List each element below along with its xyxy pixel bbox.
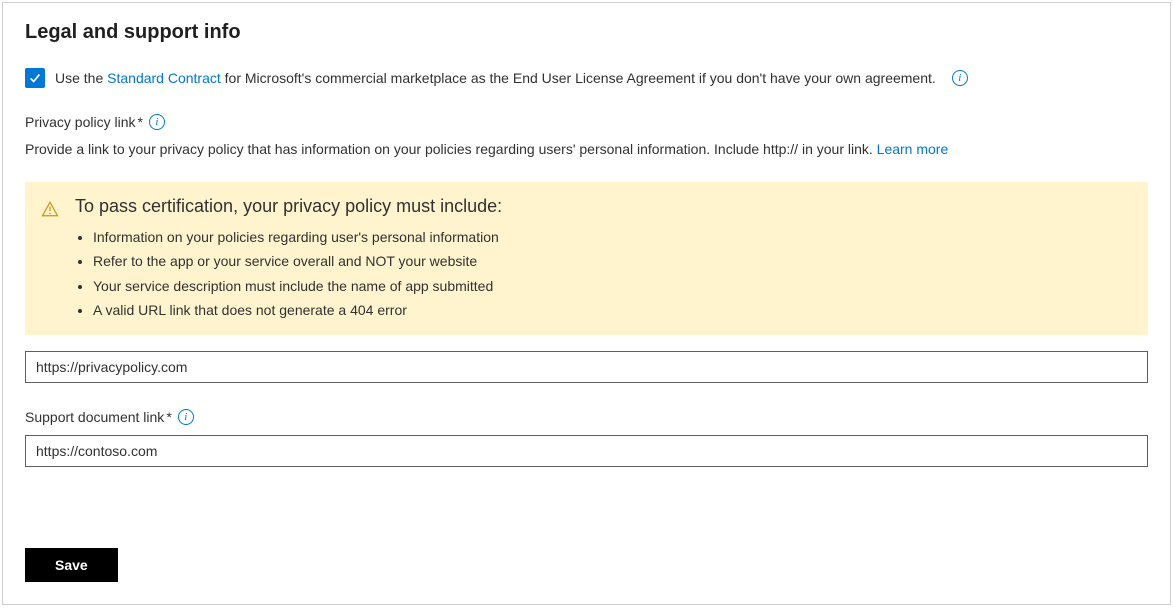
support-document-input[interactable] [25, 435, 1148, 467]
learn-more-link[interactable]: Learn more [877, 141, 949, 157]
warning-item: Your service description must include th… [93, 274, 1132, 299]
info-icon[interactable]: i [149, 114, 165, 130]
standard-contract-checkbox[interactable] [25, 68, 45, 88]
warning-list: Information on your policies regarding u… [75, 225, 1132, 323]
info-icon[interactable]: i [178, 409, 194, 425]
standard-contract-row: Use the Standard Contract for Microsoft'… [25, 68, 1148, 88]
section-heading: Legal and support info [25, 21, 1148, 44]
info-icon[interactable]: i [952, 70, 968, 86]
warning-item: Information on your policies regarding u… [93, 225, 1132, 250]
warning-item: A valid URL link that does not generate … [93, 298, 1132, 323]
privacy-policy-input[interactable] [25, 351, 1148, 383]
check-icon [28, 71, 42, 85]
save-button[interactable]: Save [25, 548, 118, 582]
standard-contract-label: Use the Standard Contract for Microsoft'… [55, 70, 936, 86]
privacy-policy-description: Provide a link to your privacy policy th… [25, 140, 1148, 160]
standard-contract-link[interactable]: Standard Contract [107, 70, 221, 86]
legal-support-panel: Legal and support info Use the Standard … [2, 2, 1171, 605]
support-document-label: Support document link* i [25, 409, 1148, 425]
warning-title: To pass certification, your privacy poli… [75, 196, 1132, 217]
certification-warning: To pass certification, your privacy poli… [25, 182, 1148, 335]
privacy-policy-label: Privacy policy link* i [25, 114, 1148, 130]
warning-icon [41, 200, 59, 218]
warning-item: Refer to the app or your service overall… [93, 249, 1132, 274]
